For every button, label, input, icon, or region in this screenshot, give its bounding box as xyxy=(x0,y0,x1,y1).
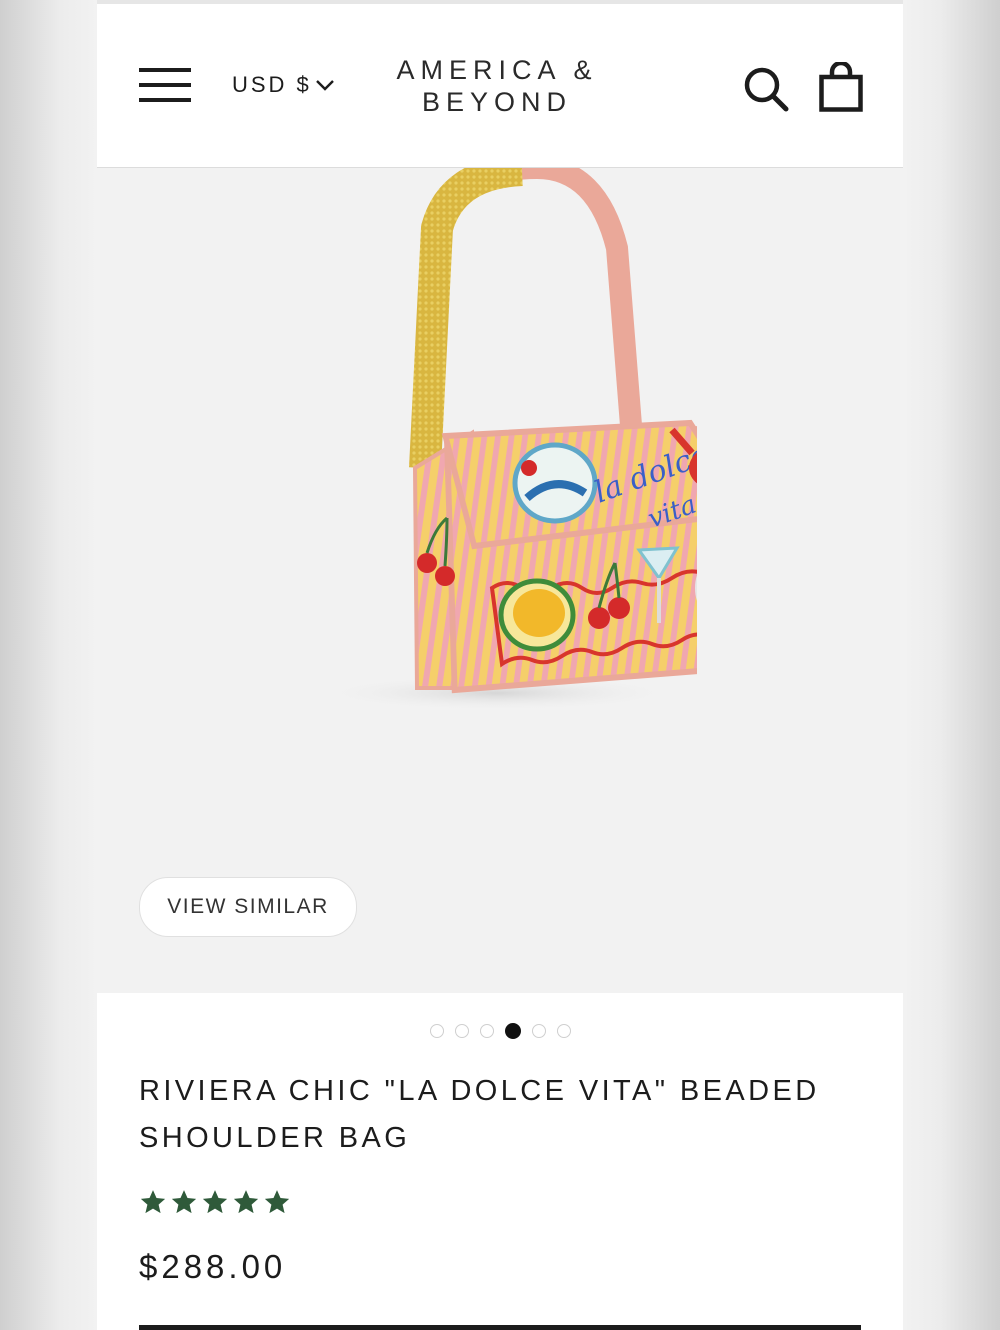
shopping-bag-icon[interactable] xyxy=(819,62,863,112)
gallery-dot[interactable] xyxy=(531,1024,546,1038)
star-icon xyxy=(233,1190,259,1214)
view-similar-button[interactable]: VIEW SIMILAR xyxy=(139,877,357,937)
star-icon xyxy=(140,1190,166,1214)
star-icon xyxy=(264,1190,290,1214)
gallery-dot[interactable] xyxy=(479,1024,494,1038)
gallery-dot[interactable] xyxy=(454,1024,469,1038)
gallery-dot[interactable] xyxy=(429,1024,444,1038)
gallery-dot[interactable] xyxy=(556,1024,571,1038)
currency-selector[interactable]: USD $ xyxy=(232,70,336,100)
chevron-down-icon xyxy=(315,80,334,91)
site-header: USD $ AMERICA & BEYOND xyxy=(97,4,903,168)
brand-line-1: AMERICA & xyxy=(396,55,598,85)
brand-logo[interactable]: AMERICA & BEYOND xyxy=(387,54,607,118)
product-rating[interactable] xyxy=(139,1188,291,1216)
brand-line-2: BEYOND xyxy=(421,87,573,117)
gallery-dot[interactable] xyxy=(504,1023,521,1039)
view-similar-label: VIEW SIMILAR xyxy=(167,895,329,918)
product-image[interactable]: la dolce vita xyxy=(297,168,697,728)
product-gallery[interactable]: la dolce vita VIEW SIMILAR xyxy=(97,168,903,993)
phone-screen: USD $ AMERICA & BEYOND la dolce vita VIE… xyxy=(97,0,903,1330)
star-icon xyxy=(202,1190,228,1214)
search-icon[interactable] xyxy=(743,66,789,112)
currency-label: USD $ xyxy=(232,72,312,97)
gallery-pagination xyxy=(97,1023,903,1042)
star-icon xyxy=(171,1190,197,1214)
add-to-cart-button-edge[interactable] xyxy=(139,1325,861,1330)
product-title: RIVIERA CHIC "LA DOLCE VITA" BEADED SHOU… xyxy=(139,1075,820,1154)
product-price: $288.00 xyxy=(139,1248,287,1285)
menu-icon[interactable] xyxy=(139,68,191,104)
